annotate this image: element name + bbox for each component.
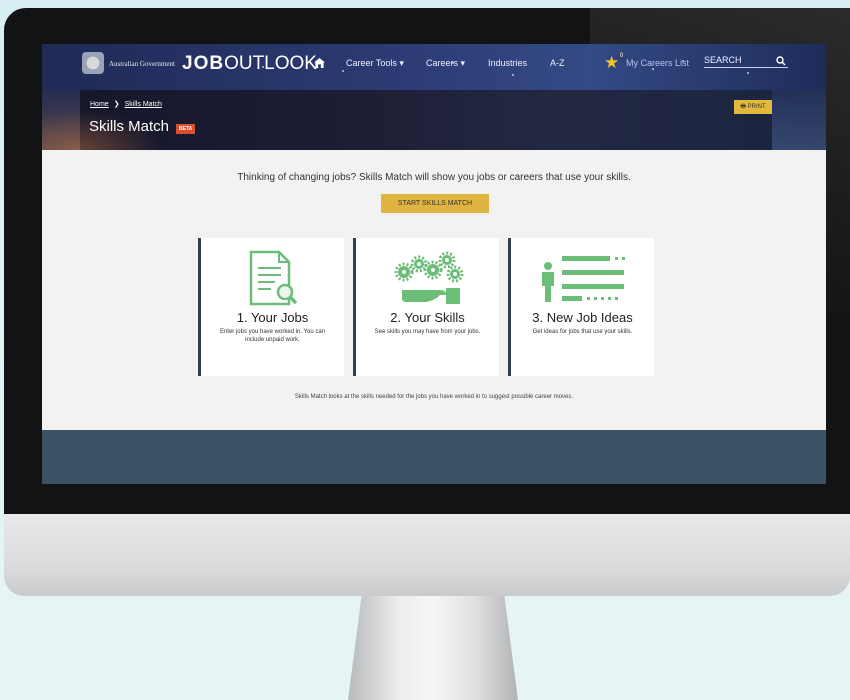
nav-career-tools[interactable]: Career Tools ▾	[346, 58, 404, 69]
main-content: Thinking of changing jobs? Skills Match …	[42, 150, 826, 430]
print-button[interactable]: 🖶 PRINT	[734, 100, 772, 114]
footnote-text: Skills Match looks at the skills needed …	[294, 394, 574, 400]
card-description: See skills you may have from your jobs.	[374, 329, 481, 335]
search-icon[interactable]	[776, 56, 786, 66]
job-outlook-logo[interactable]: JOBOUTLOOK	[182, 53, 317, 75]
intro-text: Thinking of changing jobs? Skills Match …	[237, 172, 631, 183]
gears-hand-icon	[394, 251, 464, 304]
card-title: 3. New Job Ideas	[532, 310, 633, 325]
breadcrumb: Home ❯ Skills Match	[90, 100, 162, 108]
government-crest-icon	[82, 52, 104, 74]
nav-careers[interactable]: Careers ▾	[426, 58, 465, 69]
card-description: Enter jobs you have worked in. You can i…	[219, 329, 326, 343]
nav-a-z[interactable]: A-Z	[550, 58, 565, 68]
top-navigation: Australian Government JOBOUTLOOK Career …	[42, 44, 826, 90]
monitor-stand	[348, 596, 518, 700]
breadcrumb-home-link[interactable]: Home	[90, 101, 109, 108]
step-card-your-jobs[interactable]: 1. Your Jobs Enter jobs you have worked …	[198, 238, 344, 376]
step-card-your-skills[interactable]: 2. Your Skills See skills you may have f…	[353, 238, 499, 376]
government-label: Australian Government	[109, 60, 175, 68]
breadcrumb-separator-icon: ❯	[113, 101, 120, 108]
beta-badge: BETA	[176, 124, 196, 134]
logo-outlook-text: OUTLOOK	[224, 53, 317, 74]
home-icon[interactable]	[314, 58, 325, 68]
person-list-icon	[542, 256, 625, 302]
page-footer	[42, 430, 826, 484]
document-magnifier-icon	[249, 250, 298, 306]
page-hero-banner: Home ❯ Skills Match Skills Match BETA 🖶 PR…	[42, 90, 826, 150]
logo-job-text: JOB	[182, 53, 225, 74]
nav-my-careers-list[interactable]: My Careers List	[626, 58, 689, 68]
monitor-chin	[4, 514, 850, 596]
start-skills-match-button[interactable]: START SKILLS MATCH	[381, 194, 489, 213]
card-description: Get ideas for jobs that use your skills.	[532, 329, 633, 335]
monitor-screen: Australian Government JOBOUTLOOK Career …	[42, 44, 826, 484]
step-card-new-job-ideas[interactable]: 3. New Job Ideas Get ideas for jobs that…	[508, 238, 654, 376]
nav-industries[interactable]: Industries	[488, 58, 527, 68]
breadcrumb-skills-match-link[interactable]: Skills Match	[125, 101, 162, 108]
hero-background-right	[772, 90, 826, 150]
page-title: Skills Match	[89, 118, 170, 135]
card-title: 1. Your Jobs	[236, 310, 309, 325]
card-title: 2. Your Skills	[390, 310, 465, 325]
